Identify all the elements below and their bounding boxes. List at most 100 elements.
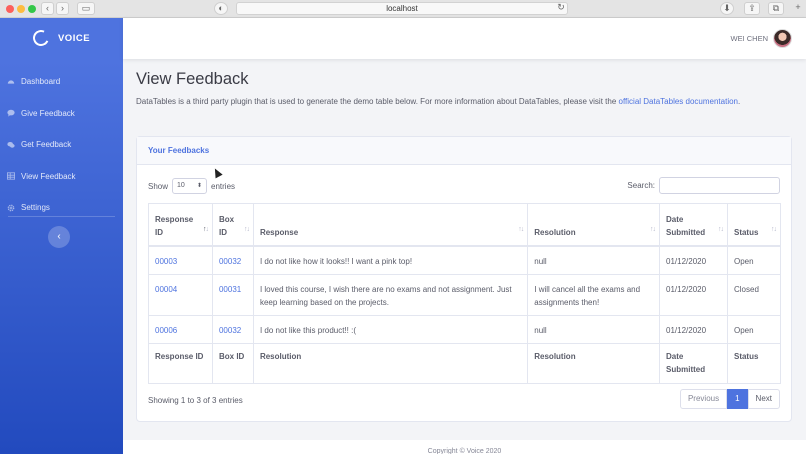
pagination: Previous 1 Next	[679, 389, 780, 409]
comments-icon	[7, 141, 15, 148]
page-length-value: 10	[177, 182, 185, 189]
table-row: 00003 00032 I do not like how it looks!!…	[148, 245, 782, 275]
topbar: WEI CHEN	[123, 18, 806, 59]
comment-icon	[7, 110, 15, 117]
sidebar-item-label: Dashboard	[21, 77, 61, 87]
status-cell: Open	[726, 315, 782, 344]
search-label: Search:	[627, 181, 655, 190]
column-header-response-id[interactable]: Response ID ↑↓	[148, 203, 213, 247]
resolution-cell: null	[527, 315, 661, 344]
sidebar: VOICE Dashboard Give Feedback Get Feedba…	[0, 18, 123, 454]
resolution-cell: null	[527, 245, 661, 275]
footer-response-id: Response ID	[148, 343, 213, 384]
table-icon	[7, 172, 15, 180]
dashboard-icon	[7, 80, 15, 84]
page-length-control: Show 10 ⬍ entries	[148, 178, 235, 194]
sidebar-item-get-feedback[interactable]: Get Feedback	[0, 129, 123, 161]
sidebar-item-view-feedback[interactable]: View Feedback	[0, 161, 123, 193]
date-cell: 01/12/2020	[659, 315, 728, 344]
sort-icon: ↑↓	[717, 225, 724, 233]
new-tab-icon[interactable]: +	[792, 2, 804, 15]
browser-toolbar: ‹ › ▭ ◐ localhost ↻ ⬇ ⇪ ⧉ +	[0, 0, 806, 18]
brand-link[interactable]: VOICE	[0, 18, 123, 58]
response-cell: I loved this course, I wish there are no…	[252, 274, 529, 316]
previous-page-button[interactable]: Previous	[679, 389, 728, 409]
sidebar-item-settings[interactable]: Settings	[0, 192, 123, 224]
next-page-button[interactable]: Next	[747, 389, 780, 409]
user-name[interactable]: WEI CHEN	[731, 34, 769, 43]
sidebar-toggle-icon[interactable]: ▭	[77, 2, 95, 15]
column-header-box-id[interactable]: Box ID ↑↓	[211, 203, 254, 247]
close-window-button[interactable]	[6, 5, 14, 13]
sidebar-item-label: Settings	[21, 203, 50, 213]
status-cell: Open	[726, 245, 782, 275]
forward-icon[interactable]: ›	[56, 2, 69, 15]
sidebar-item-label: Give Feedback	[21, 108, 75, 118]
address-bar[interactable]: localhost	[236, 2, 568, 15]
datatables-docs-link[interactable]: official DataTables documentation	[619, 97, 738, 106]
table-footer-row: Response ID Box ID Resolution Resolution…	[148, 343, 782, 384]
box-id-link[interactable]: 00031	[219, 285, 241, 294]
brand-name: VOICE	[57, 32, 91, 44]
response-cell: I do not like how it looks!! I want a pi…	[252, 245, 529, 275]
shield-icon[interactable]: ◐	[214, 2, 228, 15]
status-cell: Closed	[726, 274, 782, 316]
response-id-link[interactable]: 00003	[155, 257, 177, 266]
sidebar-divider	[8, 216, 115, 217]
response-id-link[interactable]: 00004	[155, 285, 177, 294]
column-header-date-submitted[interactable]: Date Submitted ↑↓	[659, 203, 728, 247]
footer-date-submitted: Date Submitted	[659, 343, 728, 384]
response-id-link[interactable]: 00006	[155, 326, 177, 335]
feedback-table: Response ID ↑↓ Box ID ↑↓ Response ↑↓ Resolu…	[148, 203, 782, 384]
feedback-card: Your Feedbacks Show 10 ⬍ entries Search:…	[136, 136, 792, 422]
card-title: Your Feedbacks	[137, 137, 791, 165]
logo-icon	[30, 27, 52, 49]
page-1-button[interactable]: 1	[727, 389, 748, 409]
sort-icon: ↑↓	[518, 225, 524, 233]
page-footer: Copyright © Voice 2020	[123, 440, 806, 454]
footer-resolution-2: Resolution	[527, 343, 661, 384]
column-header-response[interactable]: Response ↑↓	[252, 203, 529, 247]
sidebar-item-label: Get Feedback	[21, 140, 72, 150]
sort-asc-icon: ↑↓	[202, 225, 209, 233]
page-length-select[interactable]: 10 ⬍	[172, 178, 208, 194]
box-id-link[interactable]: 00032	[219, 257, 241, 266]
download-icon[interactable]: ⬇	[720, 2, 734, 15]
description-text: DataTables is a third party plugin that …	[136, 97, 617, 106]
sidebar-item-label: View Feedback	[21, 171, 76, 181]
footer-box-id: Box ID	[211, 343, 254, 384]
footer-status: Status	[726, 343, 782, 384]
page-description: DataTables is a third party plugin that …	[136, 95, 776, 109]
search-input[interactable]	[659, 177, 780, 194]
sidebar-collapse-button[interactable]: ‹	[48, 226, 70, 248]
table-row: 00004 00031 I loved this course, I wish …	[148, 274, 782, 316]
footer-resolution: Resolution	[252, 343, 529, 384]
column-header-resolution[interactable]: Resolution ↑↓	[527, 203, 661, 247]
select-arrows-icon: ⬍	[196, 183, 203, 189]
sidebar-item-dashboard[interactable]: Dashboard	[0, 66, 123, 98]
back-icon[interactable]: ‹	[41, 2, 54, 15]
date-cell: 01/12/2020	[659, 274, 728, 316]
sidebar-nav: Dashboard Give Feedback Get Feedback Vie…	[0, 66, 123, 224]
sort-icon: ↑↓	[771, 225, 777, 233]
page-title: View Feedback	[136, 70, 249, 88]
table-header-row: Response ID ↑↓ Box ID ↑↓ Response ↑↓ Resolu…	[148, 203, 782, 247]
search-control: Search:	[627, 177, 780, 194]
column-header-status[interactable]: Status ↑↓	[726, 203, 782, 247]
reload-icon[interactable]: ↻	[556, 2, 566, 15]
zoom-window-button[interactable]	[28, 5, 36, 13]
date-cell: 01/12/2020	[659, 245, 728, 275]
response-cell: I do not like this product!! :(	[252, 315, 529, 344]
table-row: 00006 00032 I do not like this product!!…	[148, 315, 782, 344]
gear-icon	[7, 204, 15, 212]
sidebar-item-give-feedback[interactable]: Give Feedback	[0, 98, 123, 130]
resolution-cell: I will cancel all the exams and assignme…	[527, 274, 661, 316]
show-label: Show	[148, 181, 169, 191]
box-id-link[interactable]: 00032	[219, 326, 241, 335]
minimize-window-button[interactable]	[17, 5, 25, 13]
sort-icon: ↑↓	[243, 225, 250, 233]
avatar[interactable]	[773, 29, 792, 48]
share-icon[interactable]: ⇪	[744, 2, 760, 15]
entries-label: entries	[211, 181, 236, 191]
tabs-icon[interactable]: ⧉	[768, 2, 784, 15]
